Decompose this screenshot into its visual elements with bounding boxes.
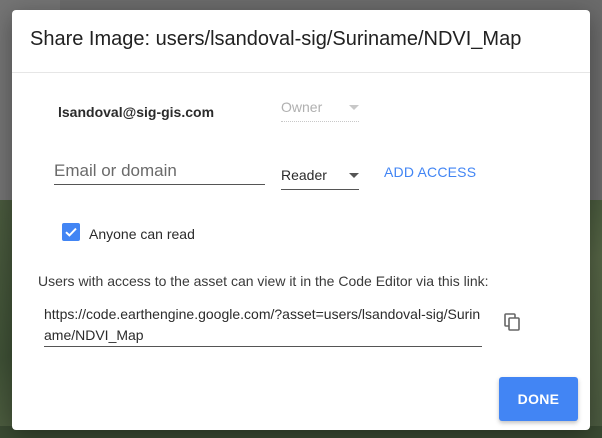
add-access-button[interactable]: ADD ACCESS xyxy=(384,164,476,180)
dialog-title: Share Image: users/lsandoval-sig/Surinam… xyxy=(30,28,522,50)
access-role-label: Reader xyxy=(281,167,327,183)
copy-icon[interactable] xyxy=(502,312,522,332)
email-or-domain-input[interactable] xyxy=(54,158,265,185)
anyone-can-read-label: Anyone can read xyxy=(89,226,195,242)
access-role-select[interactable]: Reader xyxy=(281,164,359,190)
checkbox-checked-icon xyxy=(65,227,77,237)
caret-down-icon xyxy=(349,172,359,178)
asset-link-field[interactable]: https://code.earthengine.google.com/?ass… xyxy=(44,304,482,347)
done-button[interactable]: DONE xyxy=(499,377,578,421)
owner-role-select: Owner xyxy=(281,96,359,122)
title-divider xyxy=(12,72,590,73)
caret-down-icon xyxy=(349,104,359,110)
link-info-text: Users with access to the asset can view … xyxy=(38,273,489,289)
share-dialog: Share Image: users/lsandoval-sig/Surinam… xyxy=(12,10,590,430)
owner-role-label: Owner xyxy=(281,99,323,115)
owner-email: lsandoval@sig-gis.com xyxy=(58,104,215,120)
anyone-can-read-checkbox[interactable] xyxy=(62,223,80,241)
